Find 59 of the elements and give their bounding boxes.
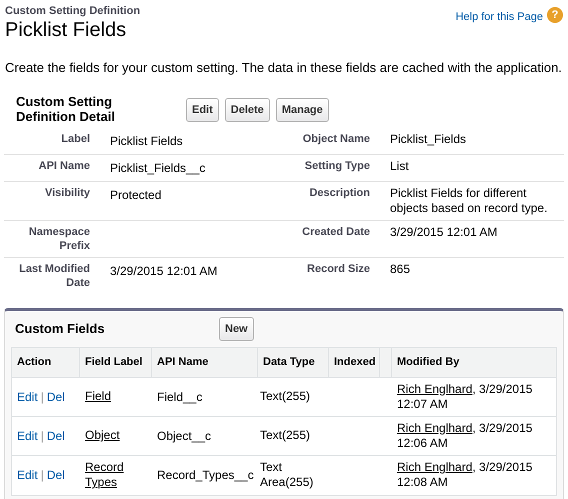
user-link[interactable]: Rich Englhard (397, 420, 472, 434)
field-label: Description (309, 186, 370, 200)
table-cell: Object__c (157, 428, 212, 442)
table-cell-text: Text(255) (260, 428, 312, 443)
table-cell: Record_Types__c (157, 468, 254, 482)
edit-link[interactable]: Edit (17, 426, 38, 444)
field-label: Record Size (307, 262, 370, 276)
user-link[interactable]: Rich Englhard (397, 382, 472, 396)
field-value: List (390, 158, 410, 174)
edit-link[interactable]: Edit (17, 388, 38, 406)
section-title: Custom Setting Definition Detail (16, 94, 116, 124)
field-value: Picklist Fields (110, 134, 183, 148)
field-value: 865 (390, 262, 412, 276)
field-label: Object Name (302, 132, 370, 146)
field-label: API Name (38, 158, 90, 174)
field-label: Created Date (302, 224, 370, 240)
delete-link[interactable]: Del (46, 388, 65, 406)
delete-link[interactable]: Del (46, 426, 65, 444)
field-label: Namespace Prefix (28, 224, 90, 252)
help-link[interactable]: Help for this Page (456, 9, 543, 26)
action-button[interactable]: Delete (224, 98, 270, 122)
modified-by-text: Rich Englhard, 3/29/2015 12:08 AM (397, 460, 534, 490)
field-value: 3/29/2015 12:01 AM (110, 264, 218, 278)
table-cell: Field__c (157, 390, 202, 404)
field-label-link[interactable]: Object (85, 428, 147, 443)
column-header: Data Type (263, 356, 315, 368)
new-button[interactable]: New (219, 316, 254, 341)
field-label-link[interactable]: Field (85, 389, 147, 404)
field-value: Picklist_Fields (390, 132, 468, 146)
field-label: Last Modified Date (18, 262, 90, 290)
field-value: 3/29/2015 12:01 AM (390, 224, 498, 240)
field-value: Picklist_Fields__c (110, 160, 206, 174)
page-title: Picklist Fields (5, 18, 128, 42)
link-separator: | (40, 428, 44, 444)
action-button[interactable]: Manage (276, 98, 329, 122)
field-label: Visibility (44, 186, 90, 200)
field-value: Picklist Fields for different objects based on record type. (390, 186, 548, 216)
modified-by-text: Rich Englhard, 3/29/2015 12:07 AM (397, 382, 534, 412)
field-value: Protected (110, 188, 162, 202)
modified-by-text: Rich Englhard, 3/29/2015 12:06 AM (397, 420, 534, 450)
column-header: Action (17, 356, 52, 368)
delete-link[interactable]: Del (46, 466, 65, 484)
field-label: Label (61, 132, 90, 146)
breadcrumb: Custom Setting Definition (5, 5, 140, 18)
link-separator: | (40, 388, 44, 406)
column-header: Modified By (397, 356, 460, 368)
edit-link[interactable]: Edit (17, 466, 38, 484)
field-label: Setting Type (304, 158, 370, 174)
table-cell-text: Text(255) (260, 389, 312, 404)
user-link[interactable]: Rich Englhard (397, 460, 472, 474)
action-button[interactable]: Edit (186, 98, 219, 122)
section-title: Custom Fields (14, 320, 106, 338)
column-header: Indexed (334, 356, 376, 368)
table-cell-text: Text Area(255) (260, 460, 314, 490)
column-header: Field Label (85, 356, 142, 368)
intro-text: Create the fields for your custom setting. The data in these fields are cached with the application. (4, 59, 563, 77)
field-label-link[interactable]: Record Types (85, 460, 147, 490)
link-separator: | (40, 467, 44, 484)
column-header: API Name (157, 356, 208, 368)
